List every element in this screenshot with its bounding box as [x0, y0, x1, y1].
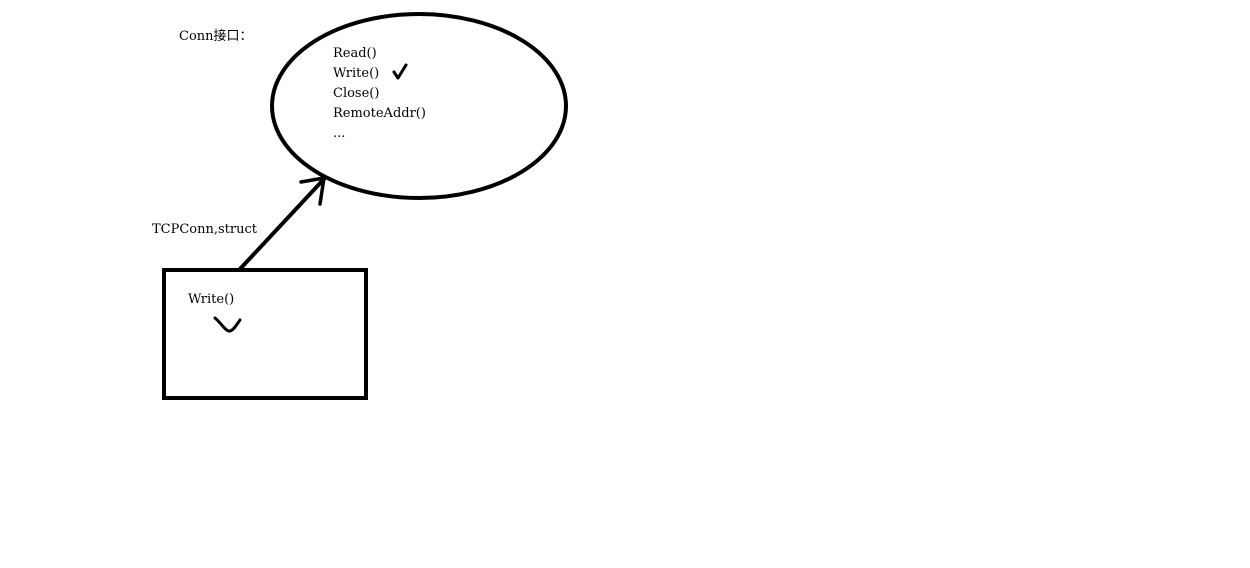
- arrow-label: TCPConn,struct: [152, 222, 258, 237]
- interface-method-ellipsis: ...: [333, 126, 346, 141]
- struct-method-write: Write(): [188, 292, 235, 307]
- diagram-canvas: Conn接口： Read() Write() Close() RemoteAdd…: [0, 0, 1250, 568]
- checkmark-icon: [392, 63, 408, 80]
- interface-method-close: Close(): [333, 86, 380, 101]
- smile-curve-icon: [213, 316, 242, 333]
- diagram-drawing: [162, 12, 568, 400]
- interface-title: Conn接口：: [179, 29, 253, 44]
- interface-method-read: Read(): [333, 46, 377, 61]
- interface-method-write: Write(): [333, 66, 380, 81]
- interface-method-remoteaddr: RemoteAddr(): [333, 106, 426, 121]
